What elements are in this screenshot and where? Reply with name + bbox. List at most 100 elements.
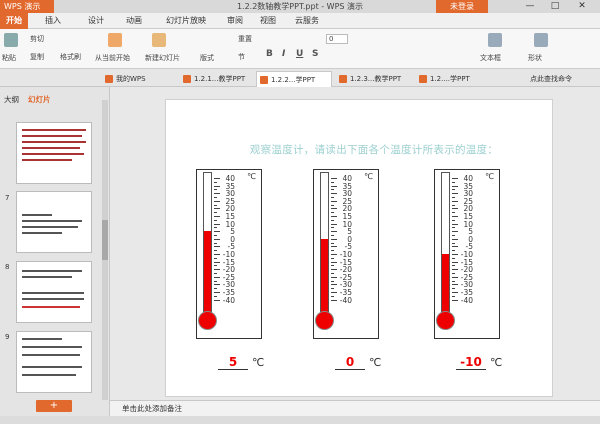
menu-review[interactable]: 审阅 [227, 13, 243, 29]
bold-button[interactable]: B [266, 49, 273, 59]
wps-app-menu-button[interactable]: WPS 演示 [0, 0, 54, 13]
tick-major [331, 193, 337, 195]
tick-minor [214, 197, 217, 198]
tab-doc-2-active[interactable]: 1.2.2...学PPT [256, 71, 332, 87]
tick-major [452, 276, 458, 278]
tick-minor [452, 265, 455, 267]
tab-doc-3[interactable]: 1.2.3...教学PPT [336, 71, 401, 87]
slideshow-icon[interactable] [108, 33, 122, 47]
tick-major [214, 185, 220, 187]
status-bar [0, 416, 600, 424]
tick-minor [452, 242, 455, 244]
tick-major [331, 185, 337, 187]
copy-button[interactable]: 复制 [30, 52, 44, 62]
answer-3: -10 [456, 355, 486, 370]
reset-button[interactable]: 重置 [238, 34, 252, 44]
maximize-button[interactable]: □ [545, 0, 565, 13]
menu-insert[interactable]: 插入 [45, 13, 61, 29]
menu-home[interactable]: 开始 [0, 13, 28, 29]
slides-scrollbar-thumb[interactable] [102, 220, 108, 260]
tick-major [331, 238, 337, 240]
celsius-unit: ℃ [247, 172, 256, 181]
document-tab-bar: 我的WPS 1.2.1...教学PPT 1.2.2...学PPT 1.2.3..… [0, 69, 600, 87]
document-title: 1.2.2数轴教学PPT.ppt - WPS 演示 [236, 2, 364, 11]
scale-label: -40 [222, 295, 235, 305]
font-size-select[interactable]: 0 [326, 34, 348, 44]
tab-slides[interactable]: 幻灯片 [28, 94, 51, 106]
menu-view[interactable]: 视图 [260, 13, 276, 29]
tick-major [214, 216, 220, 217]
new-slide-icon[interactable] [152, 33, 166, 47]
tick-minor [331, 219, 334, 221]
tick-major [331, 178, 337, 179]
tick-minor [452, 227, 455, 229]
tick-minor [331, 189, 334, 191]
search-placeholder: 点此查找命令 [530, 75, 572, 83]
tick-minor [214, 227, 217, 229]
tick-minor [452, 280, 455, 282]
tick-minor [214, 265, 217, 267]
tick-major [331, 276, 337, 278]
slide-thumbnail-6[interactable] [16, 122, 92, 184]
tick-minor [452, 250, 455, 252]
tab-outline[interactable]: 大纲 [4, 94, 19, 106]
new-slide-button[interactable]: 新建幻灯片 [145, 53, 180, 63]
command-search[interactable]: 点此查找命令 [530, 74, 600, 83]
editor-area: 观察温度计，请读出下面各个温度计所表示的温度： ℃ 40 35 30 25 20 15 10 5… [110, 87, 600, 400]
tick-major [214, 223, 220, 225]
paste-icon[interactable] [4, 33, 18, 47]
cut-button[interactable]: 剪切 [30, 34, 44, 44]
paste-button[interactable]: 粘贴 [2, 53, 16, 63]
tick-minor [452, 219, 455, 221]
slide-heading: 观察温度计，请读出下面各个温度计所表示的温度： [249, 144, 499, 156]
tick-minor [331, 204, 334, 206]
format-painter-button[interactable]: 格式刷 [60, 52, 81, 62]
answer-unit: ℃ [369, 356, 382, 369]
menu-bar: 开始 插入 设计 动画 幻灯片放映 审阅 视图 云服务 [0, 13, 600, 29]
textbox-icon[interactable] [488, 33, 502, 47]
shape-button[interactable]: 形状 [528, 53, 542, 63]
shape-icon[interactable] [534, 33, 548, 47]
login-button[interactable]: 未登录 [436, 0, 488, 13]
underline-button[interactable]: U [296, 49, 303, 59]
section-button[interactable]: 节 [238, 52, 245, 62]
menu-animation[interactable]: 动画 [126, 13, 142, 29]
close-button[interactable]: ✕ [572, 0, 592, 13]
tick-minor [214, 273, 217, 274]
strike-button[interactable]: S [312, 49, 318, 59]
menu-slideshow[interactable]: 幻灯片放映 [166, 13, 206, 29]
textbox-button[interactable]: 文本框 [480, 53, 501, 63]
tab-doc-1[interactable]: 1.2.1...教学PPT [180, 71, 245, 87]
notes-area[interactable]: 单击此处添加备注 [110, 400, 600, 416]
layout-button[interactable]: 版式 [200, 53, 214, 63]
italic-button[interactable]: I [282, 49, 285, 59]
tick-major [452, 231, 458, 233]
mercury-column [321, 238, 328, 320]
slide-thumbnail-7[interactable] [16, 191, 92, 253]
tick-major [331, 200, 337, 202]
tick-major [331, 269, 337, 271]
slide-thumbnail-9[interactable] [16, 331, 92, 393]
tick-major [331, 231, 337, 233]
scale-label: -40 [460, 295, 473, 305]
add-slide-button[interactable]: + [36, 400, 72, 412]
tick-minor [452, 295, 455, 297]
tab-doc-4[interactable]: 1.2....学PPT [416, 71, 470, 87]
thermometer-2: ℃ 40 35 30 25 20 15 10 5 0 -5 -10 -15 -20 -25 -30 -35 -40 [313, 169, 379, 339]
tab-my-wps[interactable]: 我的WPS [102, 71, 146, 87]
tick-major [452, 216, 458, 217]
mercury-bulb [315, 311, 334, 330]
tick-minor [452, 235, 455, 236]
menu-cloud[interactable]: 云服务 [295, 13, 319, 29]
menu-design[interactable]: 设计 [88, 13, 104, 29]
slide-thumbnail-8[interactable] [16, 261, 92, 323]
slide-canvas[interactable]: 观察温度计，请读出下面各个温度计所表示的温度： ℃ 40 35 30 25 20 15 10 5… [165, 99, 553, 397]
tick-major [214, 292, 220, 293]
minimize-button[interactable]: — [520, 0, 540, 13]
tick-major [452, 299, 458, 301]
from-current-button[interactable]: 从当前开始 [95, 53, 130, 63]
tick-minor [331, 280, 334, 282]
thermometer-1: ℃ 40 35 30 25 20 15 10 5 0 -5 -10 -15 -20 -25 -30 -35 -40 [196, 169, 262, 339]
tick-major [214, 231, 220, 233]
tick-major [452, 185, 458, 187]
